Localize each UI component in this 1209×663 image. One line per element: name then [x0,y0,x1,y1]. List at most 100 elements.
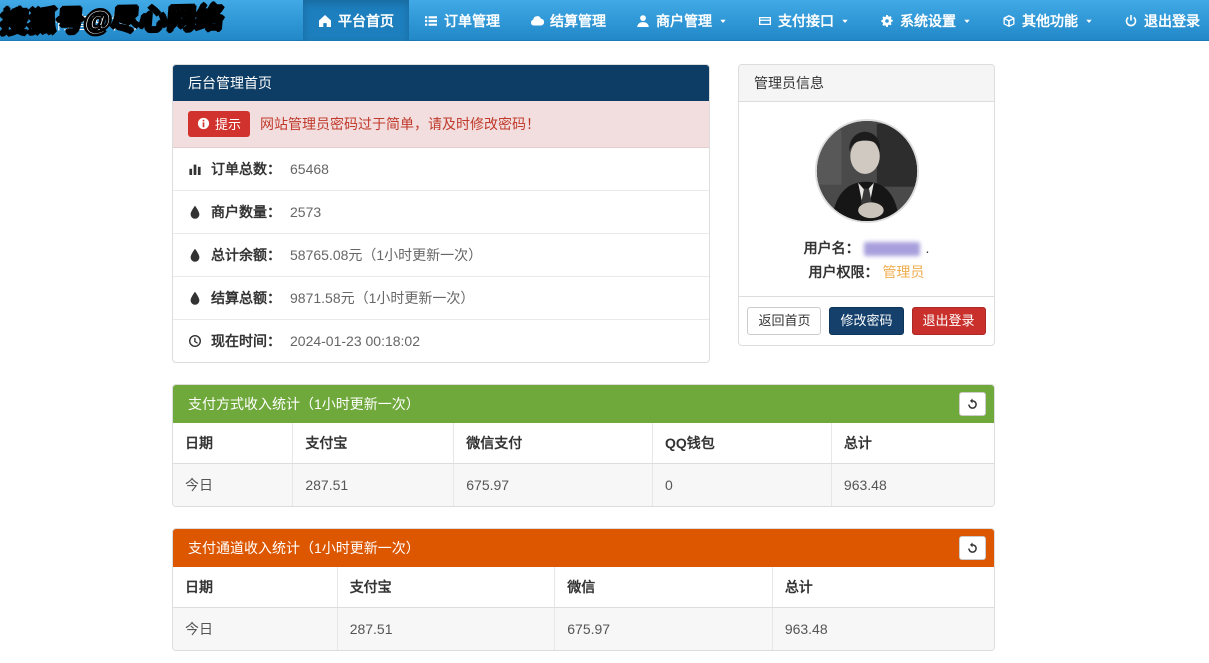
table-cell: 287.51 [292,463,454,506]
table-header-cell: 总计 [771,567,994,608]
nav-item-label: 退出登录 [1144,12,1200,29]
alert-badge-label: 提示 [215,117,242,132]
change-password-button[interactable]: 修改密码 [829,307,904,336]
payment-channel-table: 日期 支付宝 微信 总计 今日 287.51 675.97 963.48 [173,567,994,650]
payment-channel-panel-title: 支付通道收入统计（1小时更新一次） [188,540,420,556]
power-icon [1124,14,1138,28]
username-suffix: . [925,240,930,256]
info-icon [197,117,210,130]
nav-item-settlement[interactable]: 结算管理 [515,0,621,41]
table-cell: 287.51 [336,607,555,650]
stat-list: 订单总数： 65468 商户数量： 2573 总计余额： 58765.08元（1小时更新一… [173,148,709,362]
payment-method-panel-title: 支付方式收入统计（1小时更新一次） [188,396,420,412]
main-content: 后台管理首页 提示 网站管理员密码过于简单，请及时修改密码！ 订单总数： 6546… [172,41,995,651]
nav-item-label: 平台首页 [338,12,394,29]
stat-row: 商户数量： 2573 [173,190,709,233]
table-cell: 今日 [173,463,293,506]
back-home-button[interactable]: 返回首页 [747,307,822,336]
caret-down-icon [962,16,972,26]
table-header-cell: QQ钱包 [651,423,832,464]
table-header-cell: 微信 [554,567,773,608]
dashboard-panel: 后台管理首页 提示 网站管理员密码过于简单，请及时修改密码！ 订单总数： 6546… [172,64,710,363]
nav-item-misc[interactable]: 其他功能 [987,0,1109,41]
nav-item-label: 支付接口 [778,12,834,29]
home-icon [318,14,332,28]
admin-panel-title: 管理员信息 [739,65,994,102]
refresh-button[interactable] [959,536,986,560]
table-row: 今日 287.51 675.97 963.48 [173,607,994,650]
table-header-row: 日期 支付宝 微信支付 QQ钱包 总计 [173,423,994,464]
table-cell: 963.48 [830,463,994,506]
stat-label: 订单总数： [211,161,281,177]
nav-item-label: 商户管理 [656,12,712,29]
nav-menu: 平台首页 订单管理 结算管理 商户管理 支付接口 系统设置 其他功能 退出登录 [303,0,1209,41]
payment-method-table: 日期 支付宝 微信支付 QQ钱包 总计 今日 287.51 675.97 0 963.48 [173,423,994,506]
admin-panel-footer: 返回首页 修改密码 退出登录 [739,296,994,345]
logout-button[interactable]: 退出登录 [911,307,986,336]
stat-row: 结算总额： 9871.58元（1小时更新一次） [173,276,709,319]
table-header-row: 日期 支付宝 微信 总计 [173,567,994,608]
payment-channel-panel-header: 支付通道收入统计（1小时更新一次） [173,529,994,567]
table-row: 今日 287.51 675.97 0 963.48 [173,463,994,506]
stat-label: 总计余额： [211,247,281,263]
table-cell: 963.48 [771,607,994,650]
dashboard-panel-title: 后台管理首页 [173,65,709,101]
caret-down-icon [718,16,728,26]
role-label: 用户权限： [808,264,879,280]
table-header-cell: 日期 [173,423,293,464]
user-icon [636,14,650,28]
table-header-cell: 总计 [830,423,994,464]
nav-item-merchants[interactable]: 商户管理 [621,0,743,41]
table-header-cell: 支付宝 [292,423,454,464]
username-label: 用户名： [803,240,860,256]
cloud-icon [530,14,544,28]
alert-tip-badge: 提示 [188,111,251,137]
table-cell: 675.97 [554,607,773,650]
stat-label: 现在时间： [211,333,281,349]
nav-item-logout[interactable]: 退出登录 [1109,0,1209,41]
stat-value: 65468 [290,161,329,177]
credit-card-icon [758,14,772,28]
role-line: 用户权限： 管理员 [749,260,984,284]
stat-value: 2024-01-23 00:18:02 [290,333,420,349]
refresh-icon [966,541,979,555]
nav-item-label: 其他功能 [1022,12,1078,29]
droplet-icon [188,205,202,219]
payment-channel-panel: 支付通道收入统计（1小时更新一次） 日期 支付宝 微信 总计 今日 287.51 675.9… [172,528,995,651]
table-header-cell: 日期 [173,567,338,608]
username-line: 用户名： . [749,236,984,260]
stat-value: 9871.58元（1小时更新一次） [290,290,475,306]
caret-down-icon [840,16,850,26]
table-header-cell: 微信支付 [453,423,653,464]
table-cell: 0 [651,463,832,506]
table-cell: 675.97 [453,463,653,506]
password-alert: 提示 网站管理员密码过于简单，请及时修改密码！ [173,101,709,148]
stat-label: 结算总额： [211,290,281,306]
role-value[interactable]: 管理员 [882,264,924,280]
cube-icon [1002,14,1016,28]
nav-item-home[interactable]: 平台首页 [303,0,409,41]
payment-method-panel: 支付方式收入统计（1小时更新一次） 日期 支付宝 微信支付 QQ钱包 总计 今日 287.5… [172,384,995,507]
admin-info-panel: 管理员信息 用户名： . 用户权限： 管理员 返回首页 修改密码 退出登录 [738,64,995,347]
stat-label: 商户数量： [211,204,281,220]
nav-item-label: 订单管理 [444,12,500,29]
stat-row: 订单总数： 65468 [173,148,709,190]
list-icon [424,14,438,28]
alert-message: 网站管理员密码过于简单，请及时修改密码！ [260,116,541,132]
nav-item-pay-interface[interactable]: 支付接口 [743,0,865,41]
refresh-button[interactable] [959,392,986,416]
username-censored-value [863,242,920,257]
clock-icon [188,334,202,348]
caret-down-icon [1084,16,1094,26]
stat-row: 现在时间： 2024-01-23 00:18:02 [173,319,709,362]
nav-item-orders[interactable]: 订单管理 [409,0,515,41]
nav-item-label: 结算管理 [550,12,606,29]
admin-panel-body: 用户名： . 用户权限： 管理员 [739,102,994,296]
payment-method-panel-header: 支付方式收入统计（1小时更新一次） [173,385,994,423]
top-navbar: 支付管理中心 搜狐号@尽心网络 平台首页 订单管理 结算管理 商户管理 支付接口 系统设置… [0,0,1209,41]
nav-item-settings[interactable]: 系统设置 [865,0,987,41]
nav-item-label: 系统设置 [900,12,956,29]
stat-value: 2573 [290,204,322,220]
gear-icon [880,14,894,28]
table-cell: 今日 [173,607,338,650]
